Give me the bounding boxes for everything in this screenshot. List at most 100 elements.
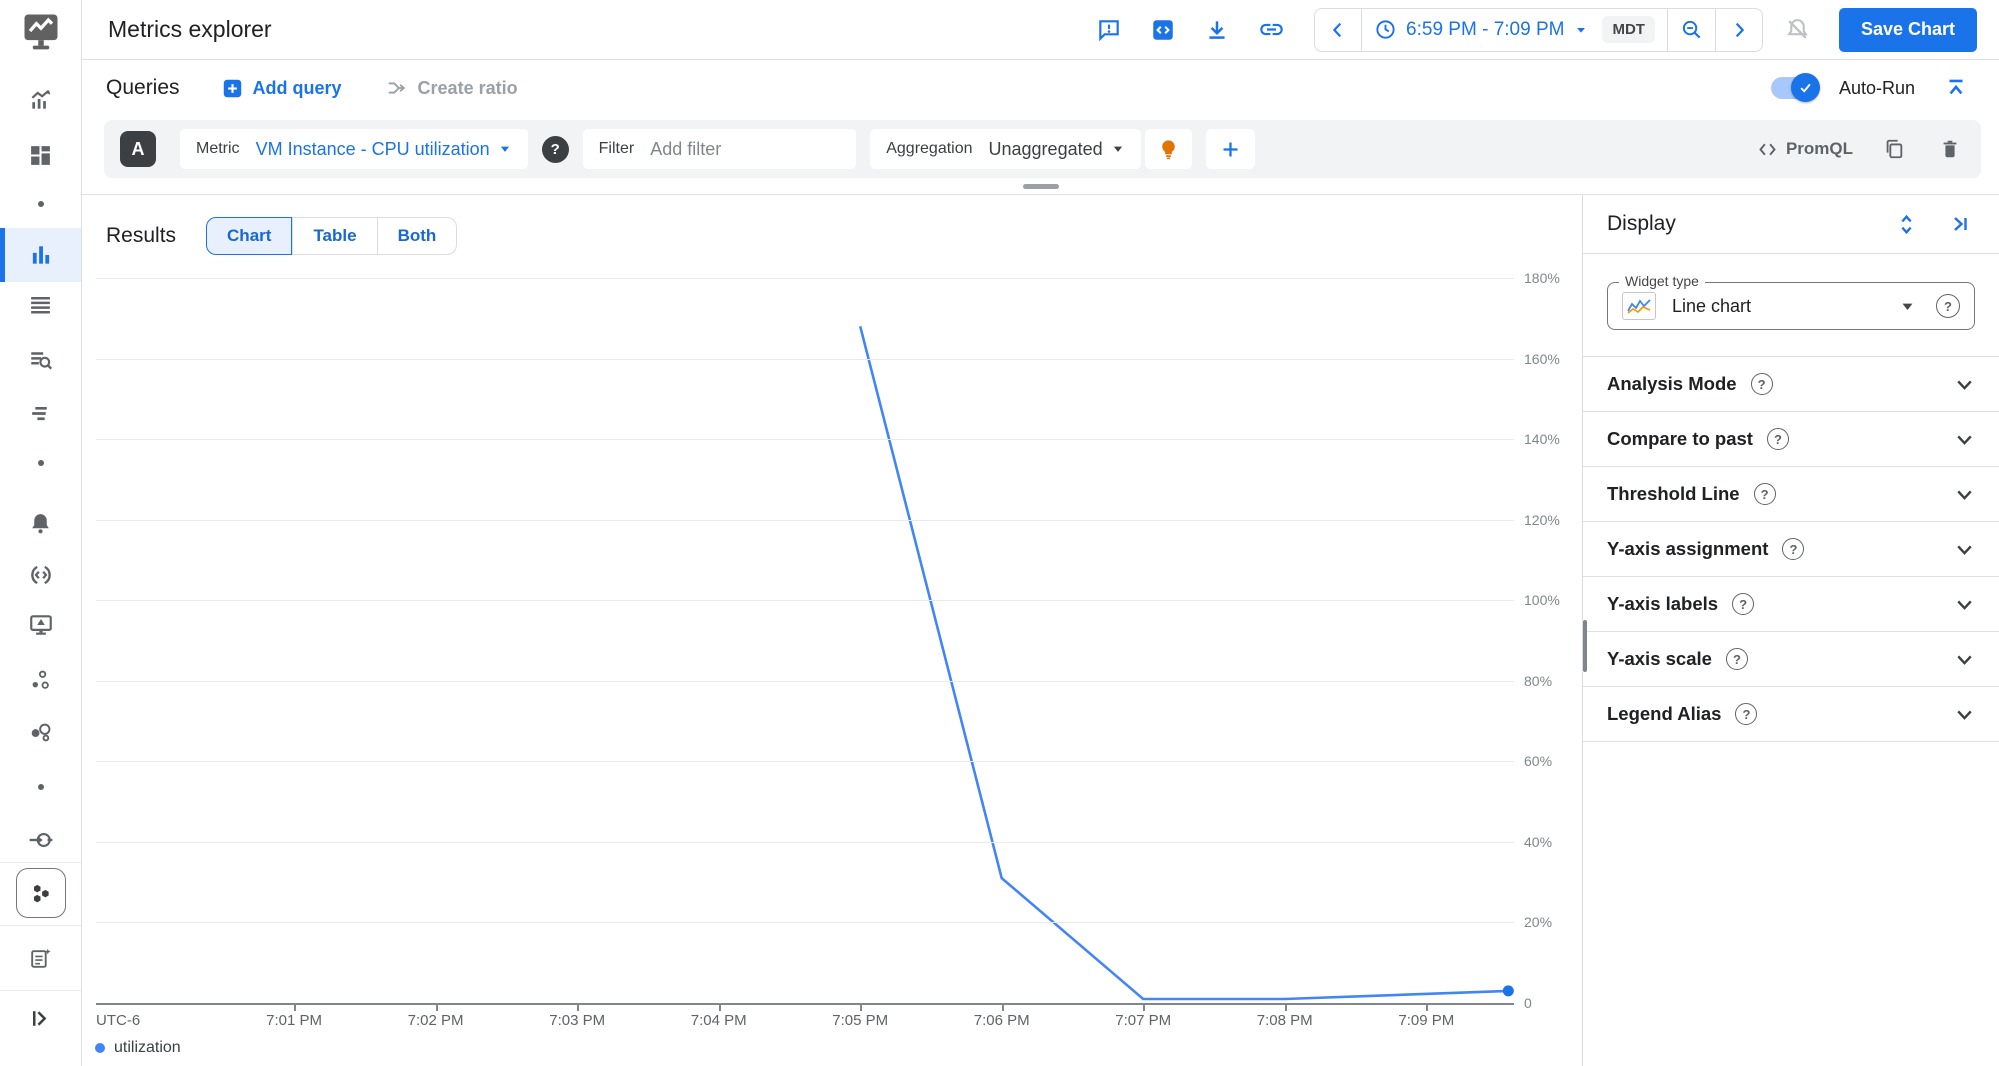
help-icon[interactable]: ?	[1782, 538, 1805, 560]
resize-handle[interactable]	[1022, 184, 1059, 189]
section-y-axis-assignment[interactable]: Y-axis assignment ?	[1583, 522, 1999, 577]
metric-help-button[interactable]: ?	[541, 135, 569, 163]
download-button[interactable]	[1198, 11, 1236, 49]
display-sections: Analysis Mode ? Compare to past ? Thresh…	[1583, 356, 1999, 742]
line-chart[interactable]: UTC-6 utilization 0 20% 40% 60% 80% 100% 120% 1…	[82, 195, 1582, 1066]
trend-chart-icon	[31, 89, 50, 109]
sidebar-expand-button[interactable]	[0, 994, 81, 1042]
collapse-all-button[interactable]	[1937, 69, 1975, 107]
sidebar-item-metrics-explorer[interactable]	[0, 228, 81, 282]
time-zoom-out-button[interactable]	[1666, 8, 1715, 51]
time-back-button[interactable]	[1315, 9, 1361, 51]
expand-sections-button[interactable]	[1891, 209, 1921, 239]
collapse-panel-button[interactable]	[1945, 209, 1975, 239]
time-range-dropdown[interactable]: 6:59 PM - 7:09 PM MDT	[1361, 8, 1667, 51]
sidebar-item-more-2[interactable]	[0, 439, 81, 487]
add-square-icon	[223, 79, 241, 97]
aggregation-value[interactable]: Unaggregated	[989, 139, 1125, 160]
queries-bar: Queries Add query Create ratio Auto-Run	[82, 60, 1999, 116]
aggregation-selector[interactable]: Aggregation Unaggregated	[870, 129, 1141, 169]
sidebar-item-overview[interactable]	[0, 76, 81, 124]
bubbles-icon	[31, 723, 50, 742]
add-filter-row-button[interactable]	[1205, 129, 1255, 169]
sidebar-item-release-notes[interactable]	[0, 934, 81, 982]
x-axis-tick	[718, 1003, 721, 1011]
sidebar-item-gke-clusters[interactable]	[0, 866, 81, 920]
y-axis-tick-label: 80%	[1524, 672, 1553, 689]
alerting-disabled-button[interactable]	[1779, 11, 1817, 49]
section-label: Threshold Line	[1607, 483, 1740, 504]
panel-scrollbar[interactable]	[1583, 620, 1587, 672]
section-compare-to-past[interactable]: Compare to past ?	[1583, 412, 1999, 467]
add-query-button[interactable]: Add query	[222, 78, 342, 99]
plus-icon	[1223, 142, 1238, 156]
sidebar-item-more-1[interactable]	[0, 180, 81, 228]
delete-query-button[interactable]	[1935, 134, 1965, 164]
help-icon[interactable]: ?	[1750, 373, 1773, 395]
filter-field[interactable]: Filter	[582, 129, 857, 169]
create-ratio-button[interactable]: Create ratio	[386, 77, 518, 99]
query-letter-badge: A	[120, 131, 156, 167]
lines-icon	[31, 296, 50, 314]
section-threshold-line[interactable]: Threshold Line ?	[1583, 467, 1999, 522]
get-link-button[interactable]	[1252, 11, 1290, 49]
x-axis-tick-label: 7:02 PM	[407, 1012, 464, 1029]
sidebar-item-slo[interactable]	[0, 551, 81, 599]
sidebar-divider	[0, 990, 81, 991]
help-icon[interactable]: ?	[1735, 703, 1758, 725]
suggestion-button[interactable]	[1144, 129, 1192, 169]
promql-button[interactable]: PromQL	[1757, 139, 1853, 160]
gridline	[96, 278, 1514, 279]
sidebar-item-trace[interactable]	[0, 389, 81, 437]
sidebar-item-logs[interactable]	[0, 281, 81, 329]
sidebar-item-dashboards[interactable]	[0, 131, 81, 179]
caret-down-icon	[500, 146, 509, 152]
help-icon[interactable]: ?	[1753, 483, 1776, 505]
sidebar-item-settings[interactable]	[0, 816, 81, 864]
section-label: Y-axis assignment	[1607, 538, 1769, 559]
bar-chart-icon	[32, 246, 49, 264]
section-y-axis-labels[interactable]: Y-axis labels ?	[1583, 577, 1999, 632]
help-icon[interactable]: ?	[1732, 593, 1755, 615]
y-axis-tick-label: 120%	[1524, 511, 1560, 528]
sidebar-item-more-3[interactable]	[0, 763, 81, 811]
section-label: Legend Alias	[1607, 703, 1722, 724]
section-legend-alias[interactable]: Legend Alias ?	[1583, 687, 1999, 742]
sidebar-item-integrations[interactable]	[0, 708, 81, 756]
display-title: Display	[1607, 212, 1676, 235]
skip-right-icon	[1954, 217, 1967, 231]
help-icon[interactable]: ?	[1766, 428, 1789, 450]
sidebar	[0, 0, 82, 1066]
copy-icon	[1886, 139, 1903, 159]
code-brackets-icon	[1759, 143, 1776, 155]
x-axis-tick-label: 7:07 PM	[1115, 1012, 1172, 1029]
time-forward-button[interactable]	[1714, 8, 1762, 51]
widget-type-dropdown[interactable]: Widget type Line chart ?	[1607, 273, 1975, 330]
x-axis-tick-label: 7:05 PM	[832, 1012, 889, 1029]
legend-color-dot	[95, 1043, 105, 1053]
duplicate-query-button[interactable]	[1879, 134, 1909, 164]
save-chart-button[interactable]: Save Chart	[1838, 7, 1977, 52]
gridline	[96, 841, 1514, 843]
filter-input[interactable]	[650, 138, 841, 160]
dot-icon	[37, 201, 44, 207]
help-icon[interactable]: ?	[1725, 648, 1748, 670]
sidebar-item-uptime-checks[interactable]	[0, 601, 81, 649]
metric-value[interactable]: VM Instance - CPU utilization	[256, 139, 512, 160]
section-y-axis-scale[interactable]: Y-axis scale ?	[1583, 632, 1999, 687]
feedback-button[interactable]	[1090, 11, 1128, 49]
widget-type-help-button[interactable]: ?	[1936, 294, 1960, 318]
auto-run-toggle[interactable]	[1770, 73, 1820, 102]
sidebar-item-groups[interactable]	[0, 656, 81, 704]
promql-label: PromQL	[1785, 139, 1853, 158]
metric-selector[interactable]: Metric VM Instance - CPU utilization	[180, 129, 528, 169]
sidebar-item-alerting[interactable]	[0, 499, 81, 547]
sidebar-item-log-search[interactable]	[0, 336, 81, 384]
download-icon	[1209, 20, 1225, 39]
section-analysis-mode[interactable]: Analysis Mode ?	[1583, 357, 1999, 412]
chart-legend: utilization	[95, 1039, 181, 1057]
y-axis-tick-label: 160%	[1524, 350, 1560, 367]
embed-code-button[interactable]	[1144, 11, 1182, 49]
aggregation-value-text: Unaggregated	[988, 138, 1103, 159]
section-label: Compare to past	[1607, 428, 1753, 449]
